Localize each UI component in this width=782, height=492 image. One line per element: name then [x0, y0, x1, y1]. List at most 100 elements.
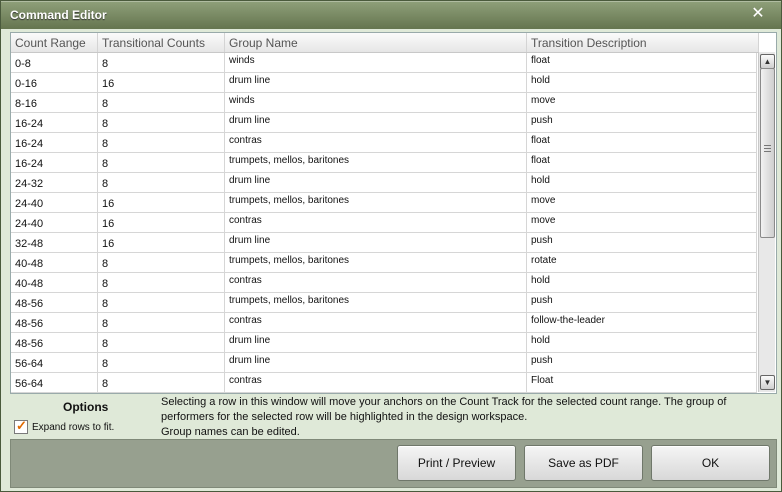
table-row[interactable]: 0-16 16 drum line hold [11, 73, 757, 93]
checkmark-icon: ✓ [16, 418, 27, 433]
cell-transition-description: rotate [527, 253, 757, 273]
expand-rows-checkbox[interactable]: ✓ [14, 418, 28, 434]
command-editor-window: Command Editor ✕ Count Range Transitiona… [0, 0, 782, 492]
column-header-group-name[interactable]: Group Name [225, 33, 527, 52]
cell-transition-description: Float [527, 373, 757, 393]
cell-transition-description: push [527, 113, 757, 133]
cell-group-name[interactable]: drum line [225, 113, 527, 133]
scroll-up-icon[interactable]: ▲ [760, 54, 775, 69]
cell-transition-description: push [527, 233, 757, 253]
scrollbar-thumb[interactable] [760, 68, 775, 238]
cell-count-range: 40-48 [11, 253, 98, 273]
cell-group-name[interactable]: winds [225, 93, 527, 113]
options-heading: Options [63, 400, 109, 414]
cell-transitional-counts: 8 [98, 273, 225, 293]
cell-group-name[interactable]: contras [225, 133, 527, 153]
cell-transition-description: hold [527, 73, 757, 93]
cell-count-range: 32-48 [11, 233, 98, 253]
cell-transitional-counts: 8 [98, 373, 225, 393]
cell-count-range: 56-64 [11, 373, 98, 393]
cell-count-range: 48-56 [11, 333, 98, 353]
cell-transitional-counts: 8 [98, 173, 225, 193]
table-row[interactable]: 0-8 8 winds float [11, 53, 757, 73]
table-row[interactable]: 56-64 8 contras Float [11, 373, 757, 393]
cell-group-name[interactable]: trumpets, mellos, baritones [225, 153, 527, 173]
cell-count-range: 0-16 [11, 73, 98, 93]
cell-transitional-counts: 8 [98, 353, 225, 373]
table-row[interactable]: 24-40 16 trumpets, mellos, baritones move [11, 193, 757, 213]
cell-transitional-counts: 8 [98, 253, 225, 273]
cell-transitional-counts: 8 [98, 133, 225, 153]
cell-transitional-counts: 8 [98, 333, 225, 353]
cell-count-range: 16-24 [11, 153, 98, 173]
grip-icon [764, 145, 771, 154]
cell-group-name[interactable]: contras [225, 373, 527, 393]
cell-count-range: 16-24 [11, 113, 98, 133]
table-row[interactable]: 16-24 8 drum line push [11, 113, 757, 133]
cell-transition-description: float [527, 133, 757, 153]
cell-count-range: 40-48 [11, 273, 98, 293]
cell-transitional-counts: 8 [98, 93, 225, 113]
table-row[interactable]: 16-24 8 trumpets, mellos, baritones float [11, 153, 757, 173]
cell-transitional-counts: 16 [98, 213, 225, 233]
cell-group-name[interactable]: contras [225, 313, 527, 333]
cell-count-range: 24-40 [11, 213, 98, 233]
cell-group-name[interactable]: drum line [225, 173, 527, 193]
cell-transitional-counts: 8 [98, 53, 225, 73]
cell-group-name[interactable]: drum line [225, 73, 527, 93]
table-row[interactable]: 48-56 8 contras follow-the-leader [11, 313, 757, 333]
cell-transition-description: float [527, 153, 757, 173]
table-row[interactable]: 40-48 8 trumpets, mellos, baritones rotate [11, 253, 757, 273]
table-row[interactable]: 16-24 8 contras float [11, 133, 757, 153]
table-row[interactable]: 8-16 8 winds move [11, 93, 757, 113]
cell-group-name[interactable]: contras [225, 273, 527, 293]
ok-button[interactable]: OK [651, 445, 770, 481]
cell-count-range: 24-32 [11, 173, 98, 193]
table-row[interactable]: 24-32 8 drum line hold [11, 173, 757, 193]
scroll-down-icon[interactable]: ▼ [760, 375, 775, 390]
table-header: Count Range Transitional Counts Group Na… [11, 33, 759, 53]
cell-transitional-counts: 16 [98, 233, 225, 253]
cell-group-name[interactable]: trumpets, mellos, baritones [225, 253, 527, 273]
cell-transitional-counts: 16 [98, 73, 225, 93]
cell-group-name[interactable]: trumpets, mellos, baritones [225, 193, 527, 213]
cell-transition-description: hold [527, 273, 757, 293]
save-as-pdf-button[interactable]: Save as PDF [524, 445, 643, 481]
commands-table: Count Range Transitional Counts Group Na… [10, 32, 777, 394]
cell-count-range: 24-40 [11, 193, 98, 213]
close-icon[interactable]: ✕ [749, 4, 767, 24]
cell-group-name[interactable]: contras [225, 213, 527, 233]
print-preview-button[interactable]: Print / Preview [397, 445, 516, 481]
table-row[interactable]: 48-56 8 drum line hold [11, 333, 757, 353]
expand-rows-label[interactable]: Expand rows to fit. [32, 422, 114, 433]
table-row[interactable]: 32-48 16 drum line push [11, 233, 757, 253]
cell-group-name[interactable]: drum line [225, 333, 527, 353]
table-row[interactable]: 56-64 8 drum line push [11, 353, 757, 373]
window-title: Command Editor [10, 8, 107, 22]
column-header-transitional-counts[interactable]: Transitional Counts [98, 33, 225, 52]
table-row[interactable]: 24-40 16 contras move [11, 213, 757, 233]
cell-count-range: 48-56 [11, 313, 98, 333]
info-line: Group names can be edited. [161, 426, 300, 438]
cell-count-range: 8-16 [11, 93, 98, 113]
cell-group-name[interactable]: trumpets, mellos, baritones [225, 293, 527, 313]
table-row[interactable]: 40-48 8 contras hold [11, 273, 757, 293]
cell-transition-description: move [527, 213, 757, 233]
vertical-scrollbar[interactable]: ▲ ▼ [758, 52, 775, 392]
cell-transitional-counts: 8 [98, 113, 225, 133]
cell-transition-description: push [527, 293, 757, 313]
cell-group-name[interactable]: drum line [225, 353, 527, 373]
cell-count-range: 0-8 [11, 53, 98, 73]
info-text: Selecting a row in this window will move… [161, 395, 761, 440]
cell-transition-description: hold [527, 173, 757, 193]
title-bar[interactable]: Command Editor ✕ [1, 1, 781, 29]
cell-group-name[interactable]: drum line [225, 233, 527, 253]
cell-transition-description: push [527, 353, 757, 373]
table-row[interactable]: 48-56 8 trumpets, mellos, baritones push [11, 293, 757, 313]
column-header-transition-description[interactable]: Transition Description [527, 33, 759, 52]
cell-group-name[interactable]: winds [225, 53, 527, 73]
cell-count-range: 48-56 [11, 293, 98, 313]
cell-transitional-counts: 8 [98, 293, 225, 313]
cell-transition-description: move [527, 93, 757, 113]
column-header-count-range[interactable]: Count Range [11, 33, 98, 52]
